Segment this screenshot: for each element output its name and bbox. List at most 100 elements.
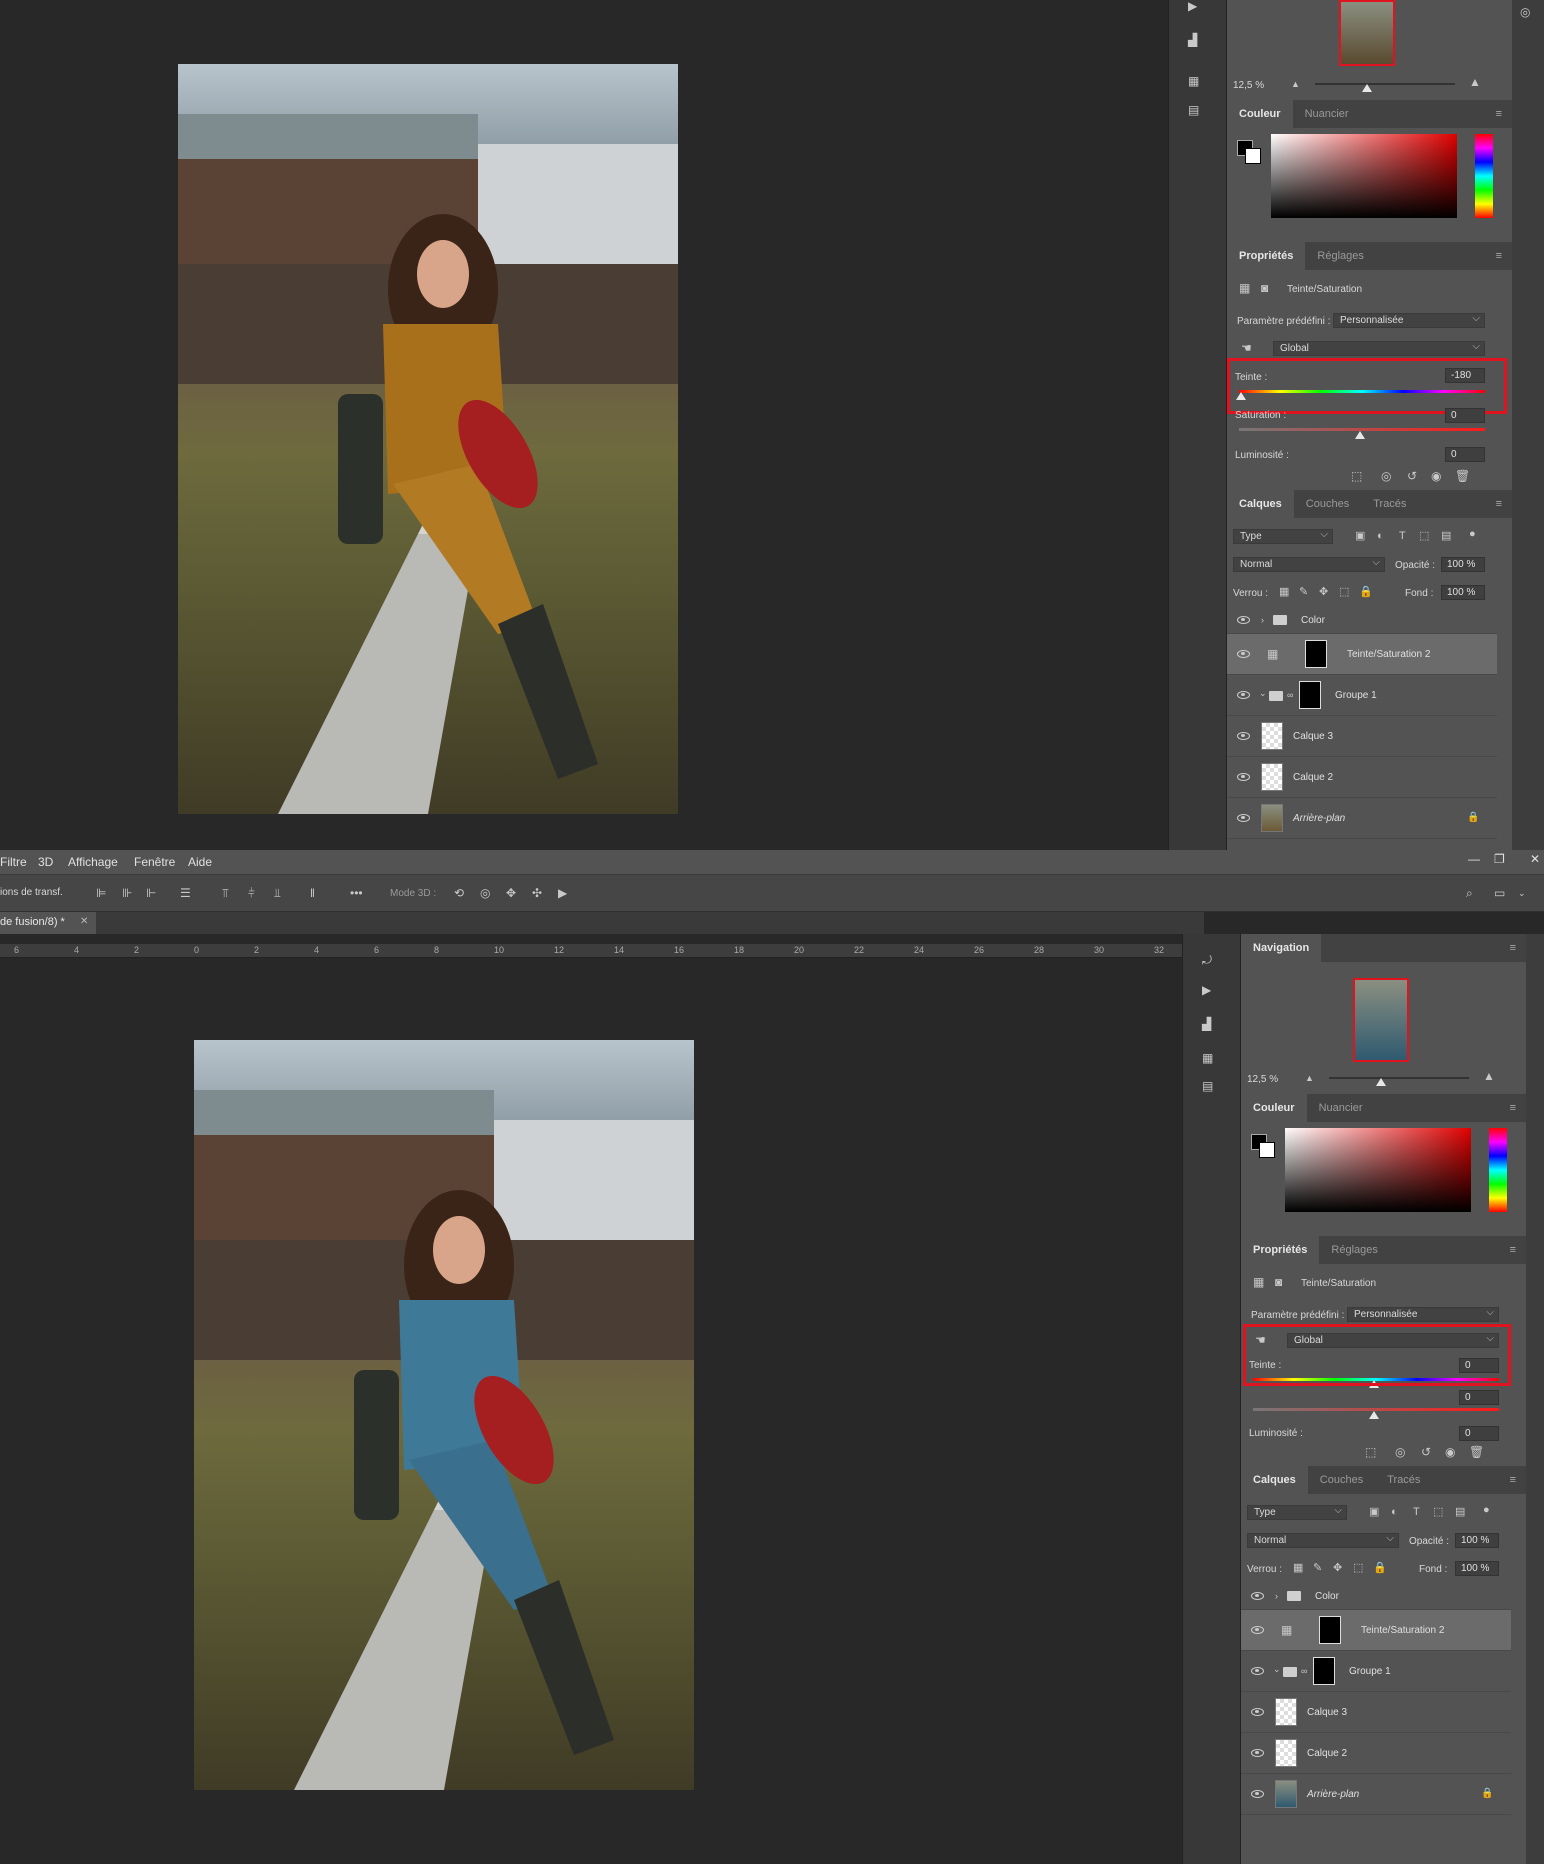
eye-icon[interactable] (1251, 1592, 1264, 1600)
zoom-out-icon[interactable]: ▲ (1305, 1072, 1314, 1084)
eye-icon[interactable] (1237, 773, 1250, 781)
color-field[interactable] (1285, 1128, 1471, 1212)
background-swatch[interactable] (1245, 148, 1261, 164)
lock-move-icon[interactable]: ✥ (1333, 1562, 1342, 1574)
channel-dropdown[interactable]: Global (1273, 340, 1485, 356)
roll-3d-icon[interactable]: ◎ (480, 887, 490, 899)
fill-value[interactable]: 100 % (1455, 1561, 1499, 1576)
filter-pixel-icon[interactable]: ▣ (1355, 530, 1365, 542)
navigator-thumbnail[interactable] (1353, 978, 1409, 1062)
panel-menu-icon[interactable]: ≡ (1484, 490, 1512, 518)
reset-icon[interactable]: ↺ (1421, 1446, 1431, 1458)
saturation-slider-thumb[interactable] (1369, 1411, 1379, 1419)
layer-row[interactable]: Arrière-plan 🔒 (1227, 798, 1497, 839)
navigator-zoom[interactable]: 12,5 % (1247, 1074, 1278, 1085)
visibility-icon[interactable]: ◉ (1431, 470, 1441, 482)
saturation-slider-thumb[interactable] (1355, 431, 1365, 439)
align-center-icon[interactable]: ⊪ (122, 887, 132, 899)
filter-smart-icon[interactable]: ▤ (1441, 530, 1451, 542)
lightness-value[interactable]: 0 (1445, 447, 1485, 462)
eye-icon[interactable] (1251, 1749, 1264, 1757)
panel-menu-icon[interactable]: ≡ (1498, 1466, 1526, 1494)
tab-proprietes[interactable]: Propriétés (1227, 242, 1306, 270)
history-icon[interactable]: ⤾ (1202, 954, 1212, 966)
workspace-icon[interactable]: ▭ (1494, 887, 1505, 899)
zoom-slider[interactable] (1315, 83, 1455, 85)
tab-reglages[interactable]: Réglages (1319, 1236, 1389, 1264)
zoom-in-icon[interactable]: ▲ (1469, 76, 1481, 88)
tab-navigation[interactable]: Navigation (1241, 934, 1322, 962)
distribute-icon[interactable]: ☰ (180, 887, 191, 899)
eye-icon[interactable] (1251, 1790, 1264, 1798)
group-mask-thumbnail[interactable] (1313, 1657, 1335, 1685)
panel-menu-icon[interactable]: ≡ (1484, 100, 1512, 128)
menu-affichage[interactable]: Affichage (68, 855, 118, 869)
chevron-right-icon[interactable]: › (1261, 614, 1264, 626)
lightness-value[interactable]: 0 (1459, 1426, 1499, 1441)
saturation-value[interactable]: 0 (1459, 1390, 1499, 1405)
layer-row[interactable]: ⌄ ∞ Groupe 1 (1227, 675, 1497, 716)
fill-value[interactable]: 100 % (1441, 585, 1485, 600)
notes-icon[interactable]: ▤ (1188, 104, 1199, 116)
close-tab-icon[interactable]: ✕ (80, 916, 88, 927)
navigator-thumbnail[interactable] (1339, 0, 1395, 66)
menu-3d[interactable]: 3D (38, 855, 53, 869)
panel-menu-icon[interactable]: ≡ (1498, 1236, 1526, 1264)
lock-all-icon[interactable]: 🔒 (1359, 586, 1373, 598)
hue-spectrum[interactable] (1489, 1128, 1507, 1212)
chevron-down-icon[interactable]: ⌄ (1259, 687, 1267, 699)
transform-controls-label[interactable]: ions de transf. (0, 887, 63, 898)
saturation-value[interactable]: 0 (1445, 408, 1485, 423)
filter-type-icon[interactable]: T (1413, 1506, 1420, 1518)
opacity-value[interactable]: 100 % (1455, 1533, 1499, 1548)
eye-icon[interactable] (1237, 814, 1250, 822)
color-field[interactable] (1271, 134, 1457, 218)
menu-filtre[interactable]: Filtre (0, 855, 27, 869)
chevron-down-icon[interactable]: ⌄ (1273, 1663, 1281, 1675)
panel-menu-icon[interactable]: ≡ (1498, 934, 1526, 962)
minimize-icon[interactable]: — (1468, 852, 1480, 866)
tab-calques[interactable]: Calques (1241, 1466, 1308, 1494)
zoom-slider-thumb[interactable] (1362, 84, 1372, 92)
tab-nuancier[interactable]: Nuancier (1307, 1094, 1375, 1122)
filter-shape-icon[interactable]: ⬚ (1419, 530, 1429, 542)
zoom-in-icon[interactable]: ▲ (1483, 1070, 1495, 1082)
more-options-icon[interactable]: ••• (350, 887, 363, 899)
eye-icon[interactable] (1251, 1626, 1264, 1634)
search-icon[interactable]: ⌕ (1466, 887, 1473, 899)
visibility-icon[interactable]: ◉ (1445, 1446, 1455, 1458)
filter-pixel-icon[interactable]: ▣ (1369, 1506, 1379, 1518)
lock-paint-icon[interactable]: ✎ (1299, 586, 1308, 598)
lock-artboard-icon[interactable]: ⬚ (1353, 1562, 1363, 1574)
tab-couches[interactable]: Couches (1294, 490, 1361, 518)
histogram-icon[interactable]: ▟ (1202, 1018, 1211, 1030)
tab-traces[interactable]: Tracés (1361, 490, 1418, 518)
tab-proprietes[interactable]: Propriétés (1241, 1236, 1320, 1264)
layer-row[interactable]: Calque 3 (1227, 716, 1497, 757)
histogram-icon[interactable]: ▟ (1188, 34, 1197, 46)
align-left-icon[interactable]: ⊫ (96, 887, 106, 899)
align-top-icon[interactable]: ⫪ (222, 887, 229, 899)
layer-row[interactable]: Calque 2 (1241, 1733, 1511, 1774)
lock-move-icon[interactable]: ✥ (1319, 586, 1328, 598)
hue-spectrum[interactable] (1475, 134, 1493, 218)
filter-adjustment-icon[interactable]: ◐ (1377, 530, 1384, 542)
orbit-3d-icon[interactable]: ⟲ (454, 887, 464, 899)
align-right-icon[interactable]: ⊩ (146, 887, 156, 899)
filter-toggle-icon[interactable]: ● (1469, 528, 1476, 540)
tab-couleur[interactable]: Couleur (1241, 1094, 1307, 1122)
blend-mode-dropdown[interactable]: Normal (1233, 556, 1385, 572)
properties-icon[interactable]: ▦ (1188, 75, 1199, 87)
clip-to-layer-icon[interactable]: ⬚ (1351, 470, 1362, 482)
zoom-slider[interactable] (1329, 1077, 1469, 1079)
tab-traces[interactable]: Tracés (1375, 1466, 1432, 1494)
layer-filter-dropdown[interactable]: Type (1233, 528, 1333, 544)
zoom-slider-thumb[interactable] (1376, 1078, 1386, 1086)
layer-filter-dropdown[interactable]: Type (1247, 1504, 1347, 1520)
zoom-out-icon[interactable]: ▲ (1291, 78, 1300, 90)
eye-icon[interactable] (1251, 1667, 1264, 1675)
menu-fenetre[interactable]: Fenêtre (134, 855, 175, 869)
layer-row-selected[interactable]: ▦ Teinte/Saturation 2 (1227, 634, 1497, 675)
camera-3d-icon[interactable]: ▶ (558, 887, 567, 899)
eye-icon[interactable] (1237, 691, 1250, 699)
